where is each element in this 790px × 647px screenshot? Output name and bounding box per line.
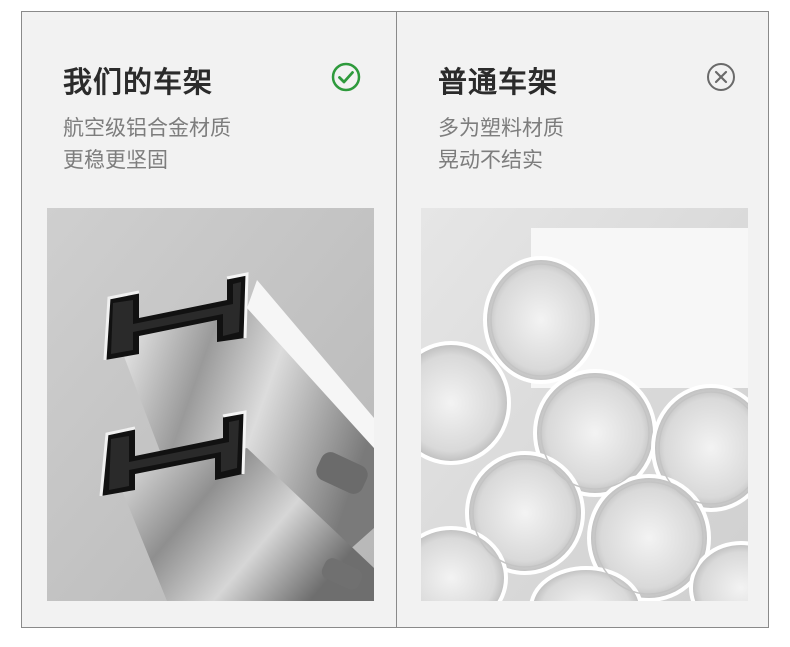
ordinary-frame-description: 多为塑料材质 晃动不结实 <box>438 112 564 176</box>
ordinary-frame-title: 普通车架 <box>438 65 559 99</box>
our-frame-title: 我们的车架 <box>63 65 214 99</box>
check-circle-icon <box>331 62 361 92</box>
our-frame-line-2: 更稳更坚固 <box>63 148 168 172</box>
ordinary-frame-panel: 普通车架 多为塑料材质 晃动不结实 <box>397 12 769 627</box>
plastic-pipes-image <box>421 208 748 601</box>
ordinary-frame-line-1: 多为塑料材质 <box>438 116 564 140</box>
ordinary-frame-line-2: 晃动不结实 <box>438 148 543 172</box>
x-circle-icon <box>706 62 736 92</box>
our-frame-description: 航空级铝合金材质 更稳更坚固 <box>63 112 231 176</box>
comparison-card: 我们的车架 航空级铝合金材质 更稳更坚固 普通车架 多为塑料材质 晃动不结实 <box>21 11 769 628</box>
aluminum-profile-image <box>47 208 374 601</box>
our-frame-line-1: 航空级铝合金材质 <box>63 116 231 140</box>
our-frame-panel: 我们的车架 航空级铝合金材质 更稳更坚固 <box>22 12 396 627</box>
